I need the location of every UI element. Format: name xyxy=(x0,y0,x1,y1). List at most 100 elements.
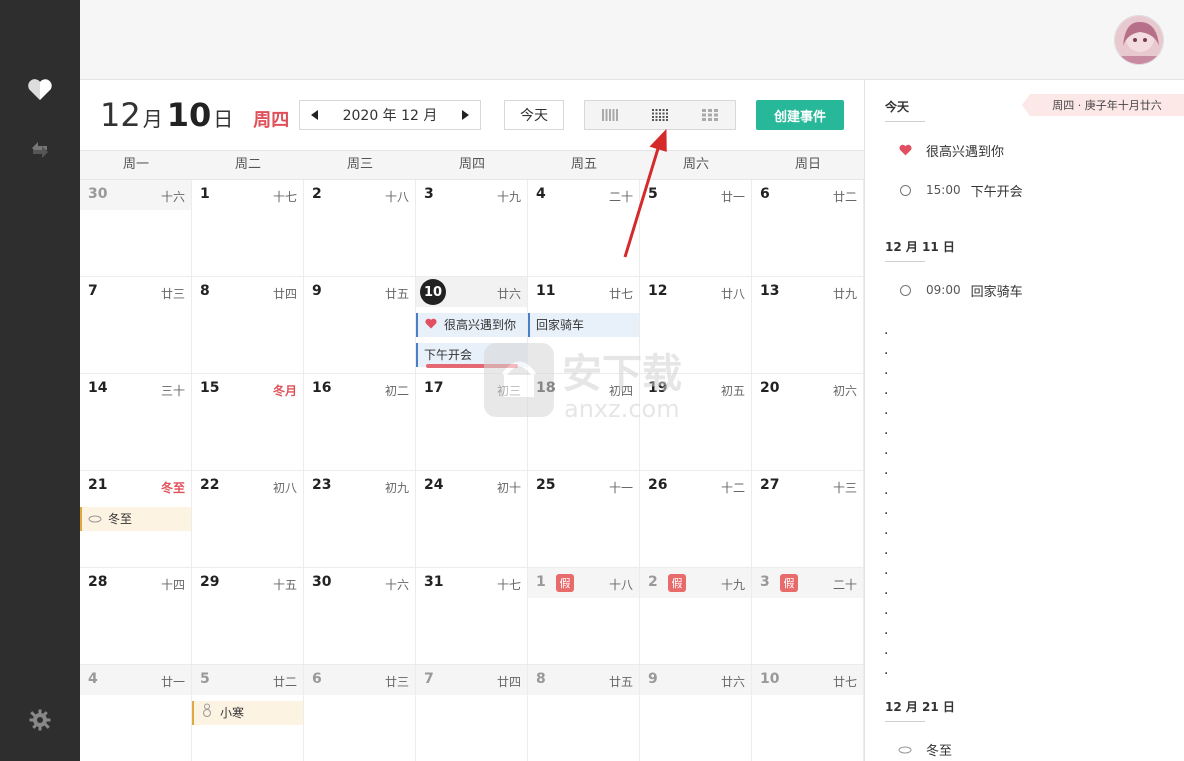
day-cell-header: 20 初六 xyxy=(752,374,863,404)
agenda-title: 冬至 xyxy=(926,743,953,759)
day-cell-header: 23 初九 xyxy=(304,471,415,501)
current-weekday: 周四 xyxy=(253,110,290,131)
day-number: 29 xyxy=(200,574,220,590)
day-cell[interactable]: 29 十五 xyxy=(192,568,304,665)
agenda-item[interactable]: 冬至 xyxy=(898,739,952,759)
day-cell[interactable]: 2 十八 xyxy=(304,180,416,277)
sync-icon[interactable] xyxy=(24,134,56,166)
day-cell[interactable]: 30 十六 xyxy=(304,568,416,665)
day-cell[interactable]: 30 十六 xyxy=(80,180,192,277)
day-number: 3 xyxy=(760,574,770,590)
gear-icon[interactable] xyxy=(24,704,56,736)
agenda-item[interactable]: 很高兴遇到你 xyxy=(898,140,1004,160)
day-cell-header: 13 廿九 xyxy=(752,277,863,307)
holiday-badge: 假 xyxy=(668,574,686,592)
day-number: 20 xyxy=(760,380,780,396)
next-month-button[interactable] xyxy=(450,101,480,129)
watermark-cn: 安下载 xyxy=(562,351,682,397)
day-cell[interactable]: 27 十三 xyxy=(752,471,864,568)
day-cell[interactable]: 4 廿一 xyxy=(80,665,192,761)
lunar-date: 廿九 xyxy=(832,287,857,301)
day-cell-header: 28 十四 xyxy=(80,568,191,598)
holiday-badge: 假 xyxy=(556,574,574,592)
day-cell[interactable]: 2 假 十九 xyxy=(640,568,752,665)
day-cell[interactable]: 23 初九 xyxy=(304,471,416,568)
day-cell[interactable]: 1 十七 xyxy=(192,180,304,277)
lunar-date: 初八 xyxy=(272,481,297,495)
heart-icon[interactable] xyxy=(24,74,56,106)
day-cell[interactable]: 16 初二 xyxy=(304,374,416,471)
day-cell[interactable]: 3 假 二十 xyxy=(752,568,864,665)
calendar-event[interactable]: 小寒 xyxy=(192,701,303,725)
lunar-date: 廿七 xyxy=(608,287,633,301)
day-cell[interactable]: 26 十二 xyxy=(640,471,752,568)
holiday-badge: 假 xyxy=(780,574,798,592)
lunar-date: 十五 xyxy=(272,578,297,592)
agenda-title: 回家骑车 xyxy=(970,284,1023,300)
left-rail xyxy=(0,0,80,761)
create-event-button[interactable]: 创建事件 xyxy=(756,100,844,130)
lunar-date: 冬至 xyxy=(160,481,185,495)
day-cell-header: 25 十一 xyxy=(528,471,639,501)
chevron-right-icon xyxy=(462,110,469,120)
lunar-date: 廿六 xyxy=(720,675,745,689)
agenda-item[interactable]: 09:00 回家骑车 xyxy=(898,280,1023,300)
day-cell[interactable]: 7 廿三 xyxy=(80,277,192,374)
day-cell-header: 4 廿一 xyxy=(80,665,191,695)
year-view-button[interactable] xyxy=(685,101,735,129)
avatar[interactable] xyxy=(1114,15,1164,65)
calendar-event[interactable]: 回家骑车 xyxy=(528,313,639,337)
day-cell-header: 27 十三 xyxy=(752,471,863,501)
day-cell[interactable]: 28 十四 xyxy=(80,568,192,665)
year-view-icon xyxy=(702,109,718,121)
day-cell[interactable]: 31 十七 xyxy=(416,568,528,665)
day-cell[interactable]: 8 廿四 xyxy=(192,277,304,374)
day-number: 30 xyxy=(88,186,108,202)
day-cell[interactable]: 7 廿四 xyxy=(416,665,528,761)
day-cell-header: 22 初八 xyxy=(192,471,303,501)
day-cell-header: 3 十九 xyxy=(416,180,527,210)
day-cell[interactable]: 24 初十 xyxy=(416,471,528,568)
day-cell[interactable]: 20 初六 xyxy=(752,374,864,471)
day-cell[interactable]: 13 廿九 xyxy=(752,277,864,374)
day-number: 23 xyxy=(312,477,332,493)
day-cell-header: 3 假 二十 xyxy=(752,568,863,598)
month-number: 12 xyxy=(100,96,141,134)
day-cell[interactable]: 1 假 十八 xyxy=(528,568,640,665)
prev-month-button[interactable] xyxy=(300,101,330,129)
day-cell-header: 16 初二 xyxy=(304,374,415,404)
day-cell[interactable]: 14 三十 xyxy=(80,374,192,471)
calendar-event[interactable]: 冬至 xyxy=(80,507,191,531)
day-cell[interactable]: 8 廿五 xyxy=(528,665,640,761)
day-cell[interactable]: 25 十一 xyxy=(528,471,640,568)
lunar-date: 廿五 xyxy=(608,675,633,689)
day-number: 12 xyxy=(648,283,668,299)
day-cell[interactable]: 6 廿三 xyxy=(304,665,416,761)
lunar-date: 廿八 xyxy=(720,287,745,301)
day-cell[interactable]: 3 十九 xyxy=(416,180,528,277)
day-number: 25 xyxy=(536,477,556,493)
day-number: 6 xyxy=(760,186,770,202)
day-cell[interactable]: 9 廿五 xyxy=(304,277,416,374)
calendar-event[interactable]: 很高兴遇到你 xyxy=(416,313,527,337)
day-cell[interactable]: 6 廿二 xyxy=(752,180,864,277)
circle-icon xyxy=(898,184,912,196)
day-cell[interactable]: 9 廿六 xyxy=(640,665,752,761)
day-cell-header: 1 假 十八 xyxy=(528,568,639,598)
lunar-date: 二十 xyxy=(832,578,857,592)
day-number: 11 xyxy=(536,283,556,299)
day-number: 5 xyxy=(200,671,210,687)
day-cell-header: 12 廿八 xyxy=(640,277,751,307)
day-cell[interactable]: 15 冬月 xyxy=(192,374,304,471)
agenda-item[interactable]: 15:00 下午开会 xyxy=(898,180,1023,200)
today-button[interactable]: 今天 xyxy=(504,100,564,130)
day-number: 9 xyxy=(648,671,658,687)
month-unit: 月 xyxy=(142,107,163,131)
lunar-date: 初九 xyxy=(384,481,409,495)
event-title: 回家骑车 xyxy=(536,318,585,332)
day-number: 26 xyxy=(648,477,668,493)
day-number: 27 xyxy=(760,477,780,493)
day-cell[interactable]: 22 初八 xyxy=(192,471,304,568)
day-cell[interactable]: 10 廿七 xyxy=(752,665,864,761)
day-number: 1 xyxy=(536,574,546,590)
